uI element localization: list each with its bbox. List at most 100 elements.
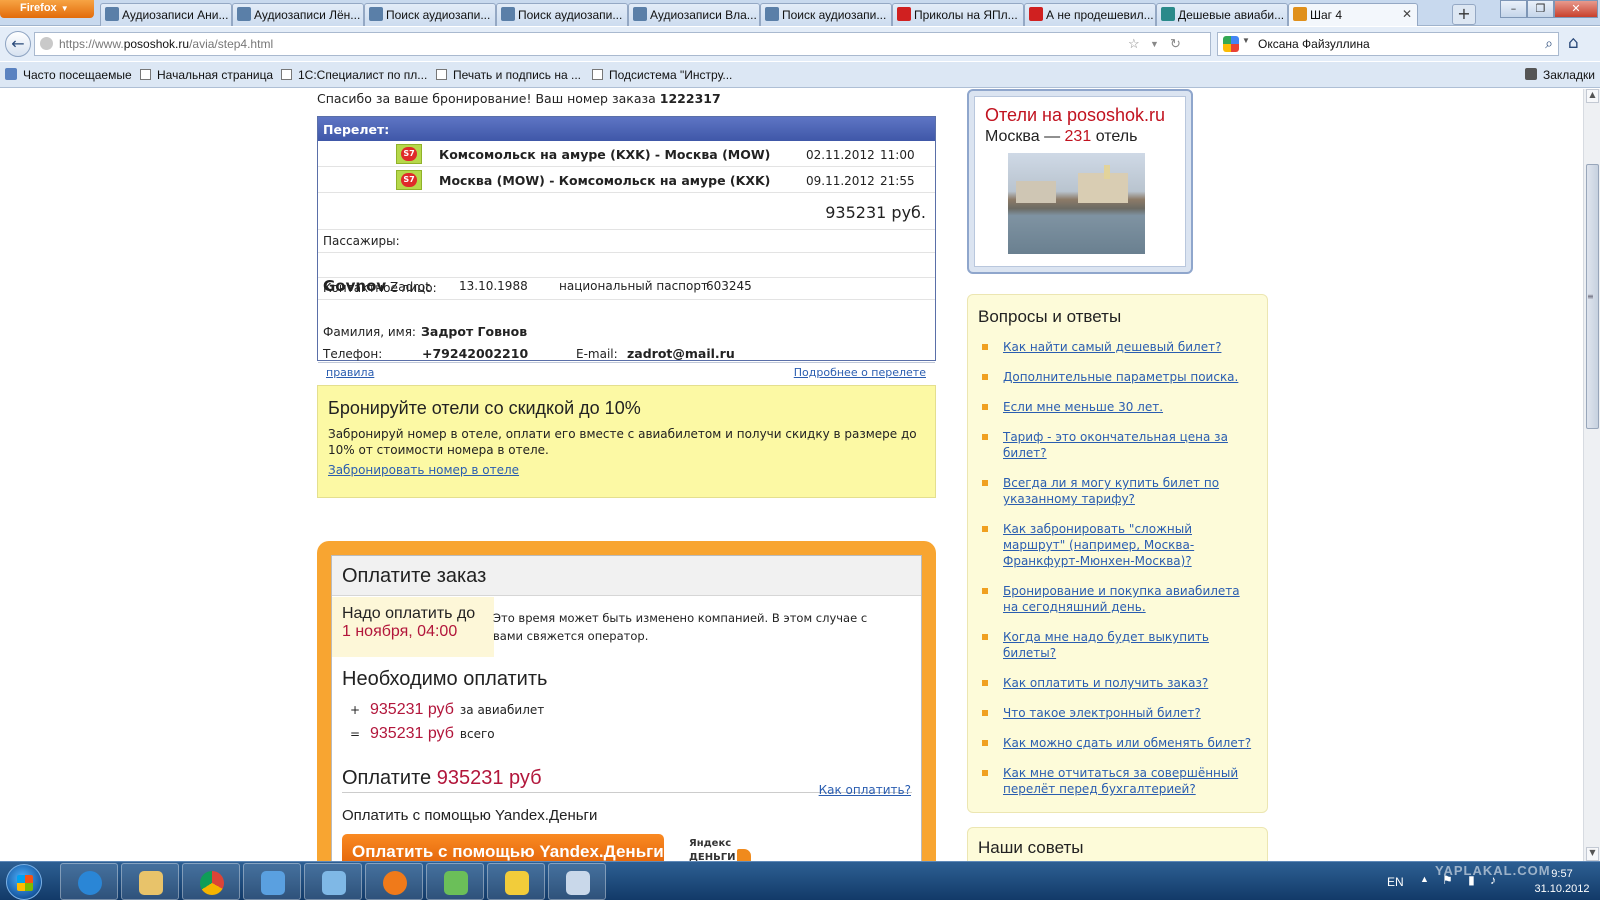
bookmark-star-icon[interactable]: ☆ [1128,36,1140,52]
faq-link[interactable]: Дополнительные параметры поиска. [1003,370,1238,384]
contact-name-label: Фамилия, имя: [323,325,416,339]
tab-label: Аудиозаписи Ани... [122,8,229,22]
faq-item: Тариф - это окончательная цена за билет? [978,429,1257,461]
bookmark-start-page[interactable]: Начальная страница [140,68,273,82]
book-hotel-link[interactable]: Забронировать номер в отеле [328,463,519,477]
home-icon[interactable]: ⌂ [1568,33,1579,53]
browser-tab[interactable]: Аудиозаписи Лён... [232,3,364,26]
bookmark-label: Печать и подпись на ... [453,68,582,82]
faq-link[interactable]: Что такое электронный билет? [1003,706,1201,720]
payment-panel: Оплатите заказ Надо оплатить до 1 ноября… [317,541,936,861]
flight-details-link[interactable]: Подробнее о перелете [794,366,926,379]
search-engine-dropdown-icon[interactable]: ▼ [1242,36,1250,45]
bookmark-label: Часто посещаемые [23,68,132,82]
bookmark-most-visited[interactable]: Часто посещаемые [5,68,132,82]
browser-tab[interactable]: Поиск аудиозапи... [364,3,496,26]
payment-inner: Оплатите заказ Надо оплатить до 1 ноября… [331,555,922,861]
ym-logo-line2: ДЕНЬГИ [689,852,736,861]
reload-icon[interactable]: ↻ [1170,36,1181,52]
faq-link[interactable]: Как оплатить и получить заказ? [1003,676,1208,690]
scroll-down-icon[interactable]: ▼ [1586,847,1599,861]
how-to-pay-link[interactable]: Как оплатить? [819,783,911,797]
browser-tab[interactable]: А не продешевил... [1024,3,1156,26]
browser-tab[interactable]: Приколы на ЯПл... [892,3,1024,26]
page-icon [140,69,151,80]
rules-link[interactable]: правила [326,366,374,379]
taskbar-app-button[interactable] [60,863,118,900]
faq-link[interactable]: Как найти самый дешевый билет? [1003,340,1221,354]
ie-icon [78,871,102,895]
close-window-icon[interactable]: ✕ [1554,0,1598,18]
faq-link[interactable]: Как забронировать "сложный маршрут" (нап… [1003,522,1194,568]
start-button[interactable] [6,864,42,900]
faq-link[interactable]: Бронирование и покупка авиабилета на сег… [1003,584,1240,614]
taskbar-app-button[interactable] [182,863,240,900]
faq-link[interactable]: Тариф - это окончательная цена за билет? [1003,430,1228,460]
hotels-widget[interactable]: Отели на pososhok.ru Москва — 231 отель [967,89,1193,274]
browser-tab[interactable]: Поиск аудиозапи... [496,3,628,26]
taskbar-app-button[interactable] [304,863,362,900]
bookmark-print-sign[interactable]: Печать и подпись на ... [436,68,581,82]
vk-icon [237,7,251,21]
browser-tab[interactable]: Аудиозаписи Ани... [100,3,232,26]
search-bar[interactable]: ▼ Оксана Файзуллина ⌕ [1217,32,1559,56]
divider [318,229,935,230]
passengers-label: Пассажиры: [323,234,400,248]
faq-link[interactable]: Когда мне надо будет выкупить билеты? [1003,630,1209,660]
search-icon[interactable]: ⌕ [1545,35,1553,52]
firefox-menu-button[interactable]: Firefox ▼ [0,0,94,18]
browser-tab[interactable]: Аудиозаписи Вла... [628,3,760,26]
tab-label: Аудиозаписи Вла... [650,8,757,22]
tray-expand-icon[interactable]: ▲ [1420,874,1429,884]
faq-link[interactable]: Как можно сдать или обменять билет? [1003,736,1251,750]
segment-time: 21:55 [880,174,915,188]
search-input[interactable]: Оксана Файзуллина [1258,37,1370,51]
back-button[interactable]: ← [5,31,31,57]
chrome-icon [200,871,224,895]
moscow-photo[interactable] [1008,153,1145,254]
bookmark-subsystem[interactable]: Подсистема "Инстру... [592,68,732,82]
bookmark-1c[interactable]: 1С:Специалист по пл... [281,68,427,82]
minimize-icon[interactable]: – [1500,0,1527,18]
taskbar-app-button[interactable] [365,863,423,900]
flight-header: Перелет: [318,117,935,141]
payment-title: Оплатите заказ [332,556,921,596]
close-tab-icon[interactable]: ✕ [1402,7,1412,21]
order-number: 1222317 [659,91,721,106]
bookmarks-menu-button[interactable]: Закладки [1525,68,1595,82]
tab-label: Поиск аудиозапи... [386,8,491,22]
taskbar-app-button[interactable] [426,863,484,900]
scroll-grip-icon: ≡ [1587,292,1594,301]
new-tab-button[interactable]: + [1452,4,1476,25]
faq-panel: Вопросы и ответы Как найти самый дешевый… [967,294,1268,813]
url-bar[interactable]: https://www.pososhok.ru/avia/step4.html … [34,32,1211,56]
url-prefix: https://www. [59,37,124,51]
faq-link[interactable]: Если мне меньше 30 лет. [1003,400,1163,414]
scroll-up-icon[interactable]: ▲ [1586,89,1599,103]
segment-date: 02.11.2012 [806,148,875,162]
taskbar-app-button[interactable] [487,863,545,900]
faq-link[interactable]: Всегда ли я могу купить билет по указанн… [1003,476,1219,506]
url-dropdown-icon[interactable]: ▼ [1150,39,1159,49]
faq-item: Когда мне надо будет выкупить билеты? [978,629,1257,661]
pososhok-icon [1293,7,1307,21]
s7-logo-icon: S7 [396,170,422,190]
amount-value: 935231 руб [370,701,454,718]
faq-link[interactable]: Как мне отчитаться за совершённый перелё… [1003,766,1238,796]
deadline-note: Это время может быть изменено компанией.… [493,611,868,643]
restore-icon[interactable]: ❐ [1527,0,1554,18]
network-icon [261,871,285,895]
pay-yandex-money-button[interactable]: Оплатить с помощью Yandex.Деньги [342,834,664,861]
language-indicator[interactable]: EN [1387,875,1404,889]
google-icon[interactable] [1223,36,1239,52]
payment-method-label: Оплатить с помощью Yandex.Деньги [342,807,598,824]
windows-taskbar: EN ▲ ⚑ ▮ ♪ 9:57 31.10.2012 [0,861,1600,900]
browser-tab[interactable]: Дешевые авиаби... [1156,3,1288,26]
taskbar-app-button[interactable] [548,863,606,900]
taskbar-app-button[interactable] [121,863,179,900]
vertical-scrollbar[interactable]: ▲ ≡ ▼ [1583,89,1600,861]
hotels-title[interactable]: Отели на pososhok.ru [985,105,1185,126]
browser-tab[interactable]: Поиск аудиозапи... [760,3,892,26]
browser-tab[interactable]: Шаг 4 ✕ [1288,3,1418,26]
taskbar-app-button[interactable] [243,863,301,900]
